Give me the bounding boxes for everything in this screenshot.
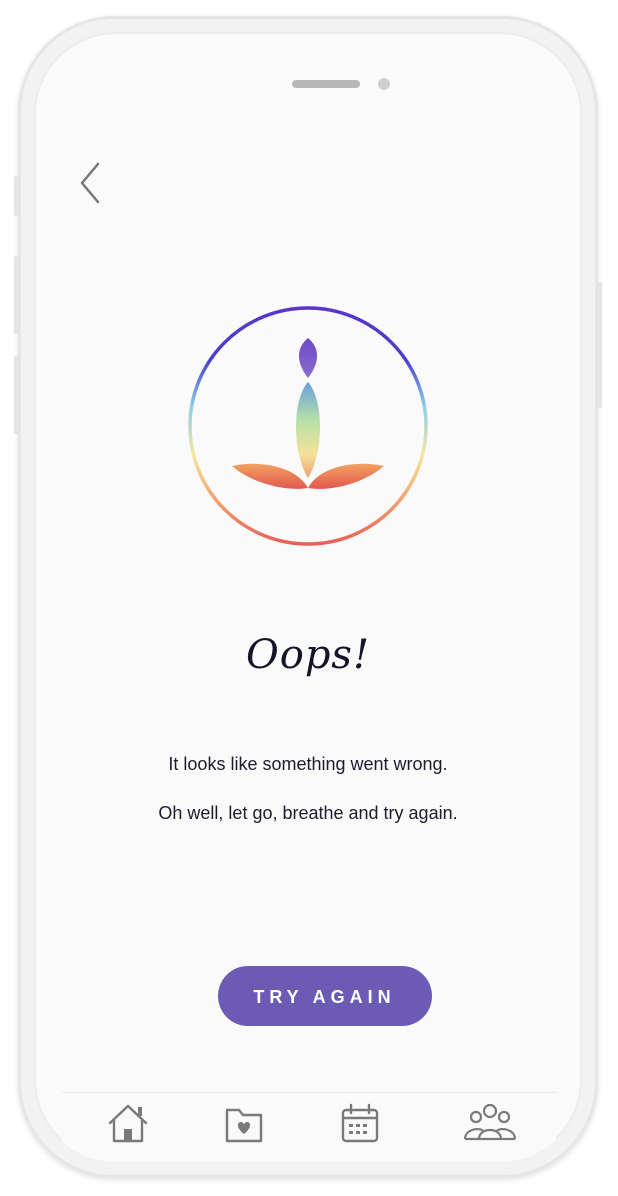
phone-side-button: [14, 356, 19, 434]
tab-home[interactable]: [102, 1101, 154, 1145]
encouragement-message: Oh well, let go, breathe and try again.: [158, 803, 458, 823]
bottom-tab-bar: [62, 1092, 556, 1162]
phone-side-button: [597, 282, 602, 408]
calendar-icon: [341, 1103, 379, 1143]
community-icon: [463, 1103, 517, 1141]
favorites-folder-icon: [225, 1108, 263, 1143]
tab-community[interactable]: [462, 1101, 518, 1145]
phone-speaker: [292, 80, 360, 88]
try-again-button[interactable]: TRY AGAIN: [218, 966, 432, 1026]
home-icon: [108, 1104, 148, 1143]
back-button[interactable]: [72, 158, 112, 208]
phone-side-button: [14, 176, 19, 216]
tab-calendar[interactable]: [334, 1101, 386, 1145]
phone-side-button: [14, 256, 19, 334]
phone-camera: [378, 78, 390, 90]
tab-favorites[interactable]: [218, 1101, 270, 1145]
chevron-left-icon: [80, 162, 100, 204]
error-message: It looks like something went wrong.: [168, 754, 448, 774]
screen: Oops! It looks like something went wrong…: [34, 32, 582, 1162]
meditation-lotus-logo: [184, 302, 432, 550]
phone-frame: Oops! It looks like something went wrong…: [14, 16, 602, 1178]
page-title: Oops!: [245, 632, 371, 678]
